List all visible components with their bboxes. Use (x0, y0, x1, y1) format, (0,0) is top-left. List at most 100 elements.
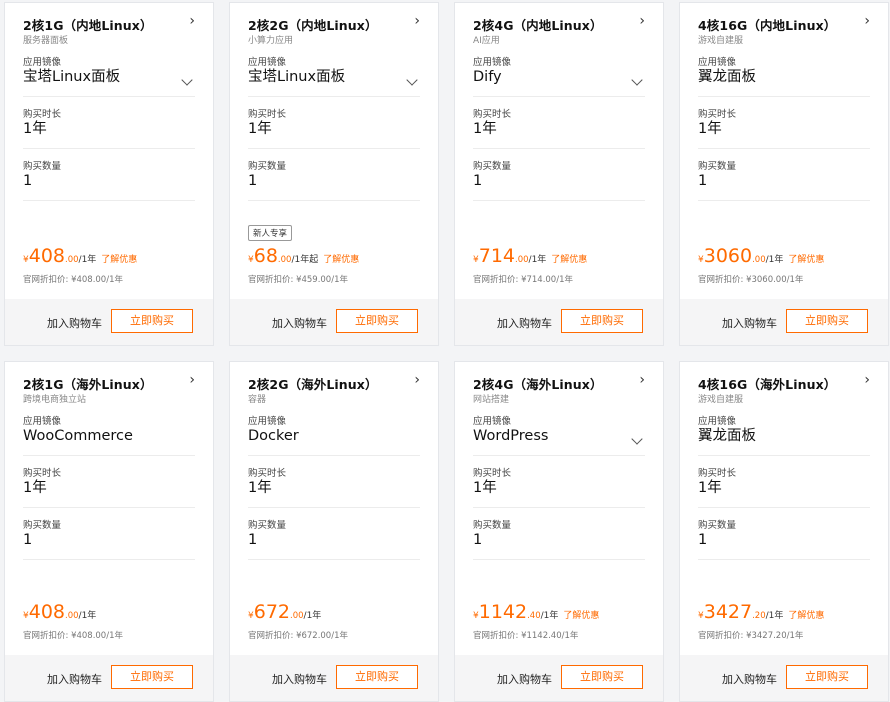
quantity-field[interactable]: 购买数量 1 (698, 149, 870, 201)
add-to-cart-button[interactable]: 加入购物车 (272, 315, 327, 331)
image-value[interactable]: WordPress (473, 425, 645, 455)
card-header[interactable]: 2核4G（内地Linux） › (473, 3, 645, 33)
duration-select[interactable]: 购买时长 1年 (698, 97, 870, 149)
add-to-cart-button[interactable]: 加入购物车 (272, 671, 327, 687)
chevron-right-icon[interactable]: › (189, 372, 195, 388)
card-header[interactable]: 4核16G（内地Linux） › (698, 3, 870, 33)
price-decimal: .00 (752, 255, 766, 265)
card-body: 2核4G（海外Linux） › 网站搭建 应用镜像 WordPress 购买时长… (455, 362, 663, 560)
buy-now-button[interactable]: 立即购买 (786, 309, 868, 333)
image-select[interactable]: 应用镜像 宝塔Linux面板 (23, 45, 195, 97)
quantity-field[interactable]: 购买数量 1 (23, 149, 195, 201)
duration-select[interactable]: 购买时长 1年 (23, 97, 195, 149)
quantity-field[interactable]: 购买数量 1 (473, 508, 645, 560)
card-header[interactable]: 2核2G（内地Linux） › (248, 3, 420, 33)
chevron-right-icon[interactable]: › (864, 372, 870, 388)
quantity-value[interactable]: 1 (23, 170, 195, 200)
image-select[interactable]: 应用镜像 Dify (473, 45, 645, 97)
duration-select[interactable]: 购买时长 1年 (23, 456, 195, 508)
duration-value[interactable]: 1年 (698, 477, 870, 507)
card-header[interactable]: 2核2G（海外Linux） › (248, 362, 420, 392)
chevron-right-icon[interactable]: › (639, 372, 645, 388)
buy-now-button[interactable]: 立即购买 (336, 665, 418, 689)
card-header[interactable]: 4核16G（海外Linux） › (698, 362, 870, 392)
card-title: 2核4G（海外Linux） (473, 377, 603, 392)
image-select[interactable]: 应用镜像 WordPress (473, 404, 645, 456)
quantity-value[interactable]: 1 (698, 170, 870, 200)
image-select[interactable]: 应用镜像 翼龙面板 (698, 45, 870, 97)
quantity-value[interactable]: 1 (473, 529, 645, 559)
duration-value[interactable]: 1年 (23, 118, 195, 148)
card-header[interactable]: 2核1G（内地Linux） › (23, 3, 195, 33)
promo-link[interactable]: 了解优惠 (101, 255, 137, 265)
image-value[interactable]: Docker (248, 425, 420, 455)
chevron-right-icon[interactable]: › (639, 13, 645, 29)
image-value[interactable]: 宝塔Linux面板 (248, 66, 420, 96)
buy-now-button[interactable]: 立即购买 (111, 309, 193, 333)
card-body: 2核2G（内地Linux） › 小算力应用 应用镜像 宝塔Linux面板 购买时… (230, 3, 438, 201)
quantity-value[interactable]: 1 (698, 529, 870, 559)
add-to-cart-button[interactable]: 加入购物车 (722, 315, 777, 331)
price-integer: 714 (478, 245, 515, 267)
chevron-right-icon[interactable]: › (414, 13, 420, 29)
chevron-right-icon[interactable]: › (189, 13, 195, 29)
quantity-value[interactable]: 1 (23, 529, 195, 559)
buy-now-button[interactable]: 立即购买 (111, 665, 193, 689)
promo-link[interactable]: 了解优惠 (323, 255, 359, 265)
chevron-right-icon[interactable]: › (414, 372, 420, 388)
duration-select[interactable]: 购买时长 1年 (473, 97, 645, 149)
add-to-cart-button[interactable]: 加入购物车 (47, 315, 102, 331)
add-to-cart-button[interactable]: 加入购物车 (497, 315, 552, 331)
price-integer: 68 (253, 245, 278, 267)
new-user-badge: 新人专享 (248, 225, 293, 241)
promo-link[interactable]: 了解优惠 (563, 611, 599, 621)
duration-value[interactable]: 1年 (248, 118, 420, 148)
quantity-field[interactable]: 购买数量 1 (248, 508, 420, 560)
promo-link[interactable]: 了解优惠 (788, 611, 824, 621)
quantity-value[interactable]: 1 (248, 529, 420, 559)
quantity-label: 购买数量 (248, 520, 287, 531)
image-select[interactable]: 应用镜像 WooCommerce (23, 404, 195, 456)
price-integer: 3060 (703, 245, 753, 267)
card-header[interactable]: 2核4G（海外Linux） › (473, 362, 645, 392)
card-header[interactable]: 2核1G（海外Linux） › (23, 362, 195, 392)
duration-value[interactable]: 1年 (248, 477, 420, 507)
quantity-label: 购买数量 (698, 161, 737, 172)
buy-now-button[interactable]: 立即购买 (336, 309, 418, 333)
image-value[interactable]: WooCommerce (23, 425, 195, 455)
add-to-cart-button[interactable]: 加入购物车 (47, 671, 102, 687)
quantity-value[interactable]: 1 (248, 170, 420, 200)
buy-now-button[interactable]: 立即购买 (786, 665, 868, 689)
duration-value[interactable]: 1年 (473, 477, 645, 507)
buy-now-button[interactable]: 立即购买 (561, 309, 643, 333)
image-value[interactable]: 翼龙面板 (698, 66, 870, 96)
chevron-right-icon[interactable]: › (864, 13, 870, 29)
duration-select[interactable]: 购买时长 1年 (698, 456, 870, 508)
duration-select[interactable]: 购买时长 1年 (248, 456, 420, 508)
promo-link[interactable]: 了解优惠 (788, 255, 824, 265)
image-value[interactable]: 宝塔Linux面板 (23, 66, 195, 96)
quantity-field[interactable]: 购买数量 1 (248, 149, 420, 201)
image-select[interactable]: 应用镜像 翼龙面板 (698, 404, 870, 456)
duration-value[interactable]: 1年 (698, 118, 870, 148)
duration-value[interactable]: 1年 (473, 118, 645, 148)
duration-select[interactable]: 购买时长 1年 (473, 456, 645, 508)
duration-value[interactable]: 1年 (23, 477, 195, 507)
promo-link[interactable]: 了解优惠 (551, 255, 587, 265)
price-integer: 1142 (478, 601, 528, 623)
image-select[interactable]: 应用镜像 宝塔Linux面板 (248, 45, 420, 97)
add-to-cart-button[interactable]: 加入购物车 (722, 671, 777, 687)
duration-select[interactable]: 购买时长 1年 (248, 97, 420, 149)
quantity-value[interactable]: 1 (473, 170, 645, 200)
buy-now-button[interactable]: 立即购买 (561, 665, 643, 689)
price-unit: /1年 (540, 611, 559, 621)
quantity-field[interactable]: 购买数量 1 (473, 149, 645, 201)
image-value[interactable]: Dify (473, 66, 645, 96)
quantity-field[interactable]: 购买数量 1 (23, 508, 195, 560)
image-value[interactable]: 翼龙面板 (698, 425, 870, 455)
image-select[interactable]: 应用镜像 Docker (248, 404, 420, 456)
duration-label: 购买时长 (698, 109, 737, 120)
add-to-cart-button[interactable]: 加入购物车 (497, 671, 552, 687)
card-title: 2核1G（内地Linux） (23, 18, 153, 33)
quantity-field[interactable]: 购买数量 1 (698, 508, 870, 560)
